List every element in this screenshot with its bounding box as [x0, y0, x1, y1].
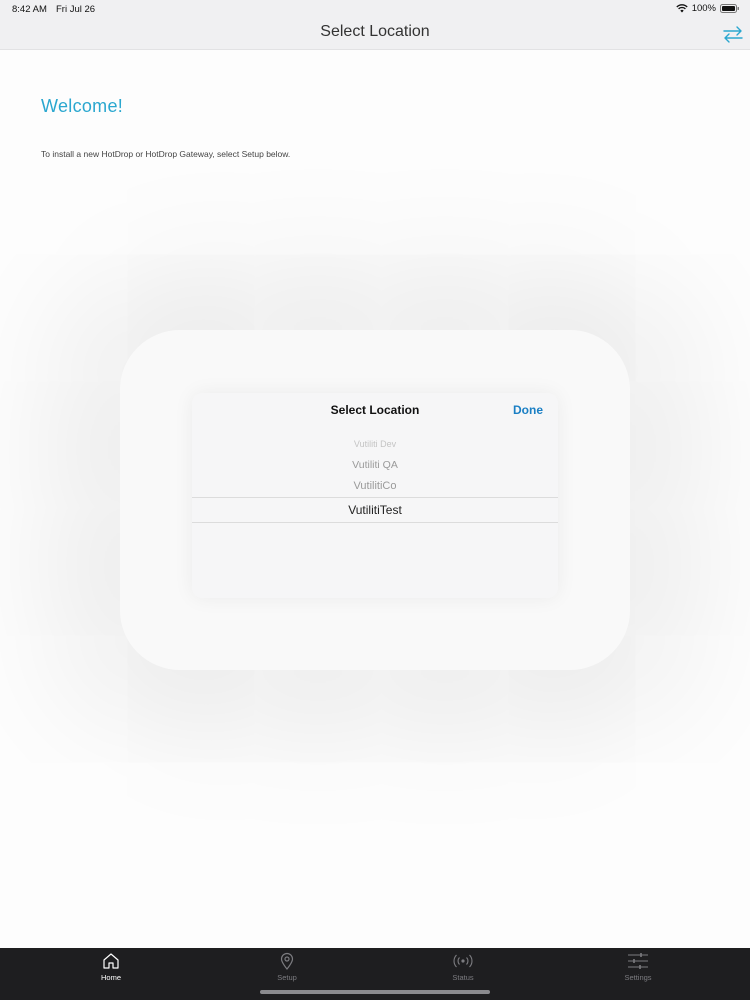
tab-home[interactable]: Home	[71, 952, 151, 992]
status-right: 100%	[676, 3, 740, 14]
welcome-title: Welcome!	[41, 96, 124, 116]
picker-selection-bottom-line	[192, 522, 558, 523]
popover-title: Select Location	[330, 403, 420, 417]
tab-status[interactable]: Status	[423, 952, 503, 992]
location-pin-icon	[280, 952, 294, 970]
status-date: Fri Jul 26	[56, 4, 96, 15]
swap-arrows-icon[interactable]	[722, 23, 744, 45]
battery-icon	[720, 4, 740, 13]
battery-percent: 100%	[691, 3, 716, 14]
home-icon	[103, 953, 119, 969]
wifi-icon	[676, 4, 688, 13]
nav-bar: Select Location	[0, 18, 750, 50]
picker-option[interactable]: VutilitiCo	[192, 480, 558, 492]
tab-setup[interactable]: Setup	[247, 952, 327, 992]
status-time: 8:42 AM	[12, 4, 47, 15]
broadcast-icon	[453, 954, 473, 968]
location-picker-popover: Select Location Done Vutiliti Dev Vutili…	[192, 393, 558, 598]
tab-label: Settings	[624, 973, 652, 982]
picker-option[interactable]: Vutiliti QA	[192, 459, 558, 471]
tab-label: Setup	[277, 973, 297, 982]
nav-title: Select Location	[320, 23, 430, 40]
welcome-text: To install a new HotDrop or HotDrop Gate…	[41, 149, 291, 159]
tab-label: Home	[100, 973, 121, 982]
tab-label: Status	[452, 973, 474, 982]
tab-settings[interactable]: Settings	[598, 952, 678, 992]
picker-option[interactable]: Vutiliti Dev	[192, 439, 558, 447]
status-bar: 8:42 AM Fri Jul 26 100%	[0, 0, 750, 18]
picker-option-selected[interactable]: VutilitiTest	[192, 503, 558, 517]
location-picker[interactable]: Vutiliti Dev Vutiliti QA VutilitiCo Vuti…	[192, 433, 558, 598]
done-button[interactable]: Done	[513, 403, 543, 417]
screen: 8:42 AM Fri Jul 26 100% Select Location	[0, 0, 750, 1000]
picker-selection-top-line	[192, 497, 558, 498]
home-indicator[interactable]	[260, 990, 490, 994]
sliders-icon	[628, 953, 648, 969]
